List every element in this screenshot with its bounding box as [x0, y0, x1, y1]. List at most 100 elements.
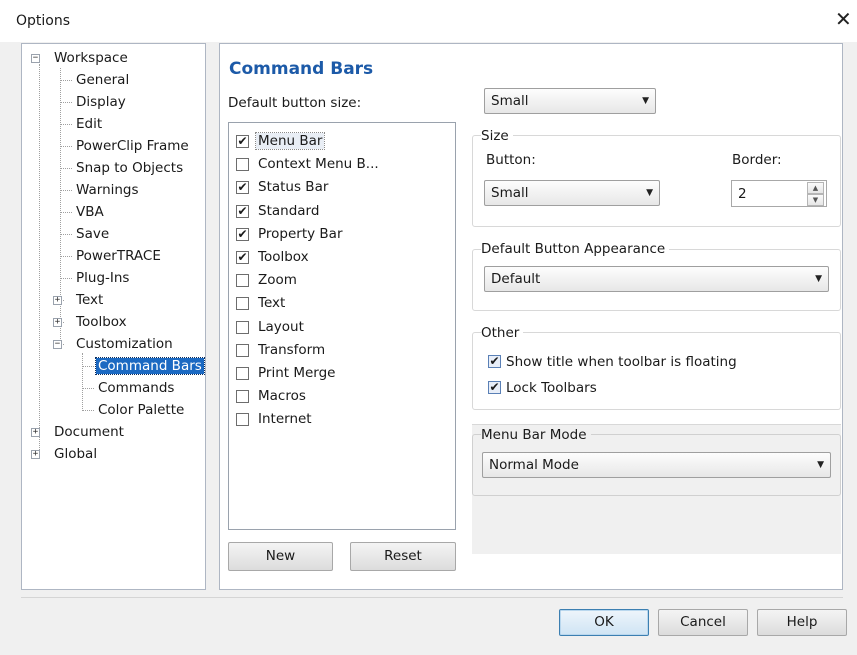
command-bar-label: Context Menu B... — [258, 156, 379, 172]
command-bar-checkbox[interactable]: ✔ — [236, 205, 249, 218]
tree-item-label: Color Palette — [98, 402, 185, 418]
tree-item-label: Global — [54, 446, 98, 462]
tree-item[interactable]: General — [74, 71, 131, 89]
tree-item-label: Edit — [76, 116, 103, 132]
command-bar-item[interactable]: ✔ Menu Bar — [236, 132, 436, 154]
command-bar-checkbox[interactable] — [236, 344, 249, 357]
expand-icon[interactable]: + — [53, 296, 62, 305]
new-button[interactable]: New — [228, 542, 333, 571]
show-title-checkbox[interactable]: ✔ — [488, 355, 501, 368]
command-bar-checkbox[interactable] — [236, 367, 249, 380]
tree-connector — [60, 102, 72, 103]
command-bar-checkbox[interactable] — [236, 297, 249, 310]
command-bar-checkbox[interactable] — [236, 274, 249, 287]
collapse-icon[interactable]: − — [53, 340, 62, 349]
reset-button[interactable]: Reset — [350, 542, 456, 571]
expand-icon[interactable]: + — [53, 318, 62, 327]
cancel-button[interactable]: Cancel — [658, 609, 748, 636]
tree-item-label: VBA — [76, 204, 104, 220]
command-bar-checkbox[interactable]: ✔ — [236, 251, 249, 264]
command-bar-checkbox[interactable] — [236, 413, 249, 426]
command-bar-item[interactable]: Internet — [236, 411, 436, 432]
default-button-size-label: Default button size: — [228, 95, 362, 111]
command-bar-item[interactable]: Text — [236, 295, 436, 316]
command-bar-item[interactable]: ✔ Status Bar — [236, 179, 436, 200]
tree-item[interactable]: Commands — [96, 379, 176, 397]
page-title: Command Bars — [229, 59, 374, 79]
command-bar-item[interactable]: Transform — [236, 342, 436, 363]
tree-item[interactable]: Customization — [74, 335, 175, 353]
command-bar-checkbox[interactable]: ✔ — [236, 135, 249, 148]
command-bar-label: Standard — [258, 203, 320, 219]
lock-toolbars-label: Lock Toolbars — [506, 380, 597, 396]
tree-item[interactable]: Display — [74, 93, 128, 111]
check-icon: ✔ — [489, 354, 500, 368]
tree-connector — [82, 366, 94, 367]
menu-bar-mode-dropdown[interactable]: Normal Mode ▼ — [482, 452, 831, 478]
command-bar-item[interactable]: Zoom — [236, 272, 436, 293]
tree-item[interactable]: Warnings — [74, 181, 141, 199]
command-bar-checkbox[interactable] — [236, 390, 249, 403]
help-button[interactable]: Help — [757, 609, 847, 636]
tree-item-label: Warnings — [76, 182, 139, 198]
tree-item[interactable]: Plug-Ins — [74, 269, 131, 287]
border-spinbox[interactable]: 2 ▲ ▼ — [731, 180, 827, 207]
spin-down-icon[interactable]: ▼ — [807, 194, 824, 206]
command-bar-label: Status Bar — [258, 179, 329, 195]
tree-connector — [60, 234, 72, 235]
command-bar-checkbox[interactable]: ✔ — [236, 181, 249, 194]
collapse-icon[interactable]: − — [31, 54, 40, 63]
lock-toolbars-option[interactable]: ✔ Lock Toolbars — [488, 380, 608, 396]
lock-toolbars-checkbox[interactable]: ✔ — [488, 381, 501, 394]
chevron-down-icon: ▼ — [642, 96, 649, 106]
close-icon[interactable]: ✕ — [835, 8, 852, 30]
chevron-down-icon: ▼ — [815, 274, 822, 284]
tree-connector — [60, 212, 72, 213]
command-bar-checkbox[interactable] — [236, 158, 249, 171]
tree-item[interactable]: Snap to Objects — [74, 159, 185, 177]
tree-item[interactable]: Save — [74, 225, 111, 243]
tree-connector — [60, 124, 72, 125]
expand-icon[interactable]: + — [31, 428, 40, 437]
command-bar-item[interactable]: ✔ Property Bar — [236, 226, 436, 247]
tree-item[interactable]: VBA — [74, 203, 106, 221]
show-title-option[interactable]: ✔ Show title when toolbar is floating — [488, 354, 748, 370]
tree-item-label: PowerTRACE — [76, 248, 161, 264]
button-appearance-value: Default — [491, 271, 541, 287]
tree-connector — [60, 256, 72, 257]
command-bar-item[interactable]: Layout — [236, 319, 436, 340]
tree-item[interactable]: Toolbox — [74, 313, 129, 331]
command-bar-checkbox[interactable]: ✔ — [236, 228, 249, 241]
tree-connector — [60, 80, 72, 81]
command-bar-item[interactable]: ✔ Toolbox — [236, 249, 436, 270]
appearance-group-label: Default Button Appearance — [481, 241, 670, 257]
command-bar-item[interactable]: Macros — [236, 388, 436, 409]
tree-item[interactable]: Text — [74, 291, 105, 309]
ok-button[interactable]: OK — [559, 609, 649, 636]
tree-item[interactable]: Workspace — [52, 49, 130, 67]
check-icon: ✔ — [237, 250, 248, 264]
default-button-size-dropdown[interactable]: Small ▼ — [484, 88, 656, 114]
tree-item-label: Save — [76, 226, 110, 242]
tree-item[interactable]: Color Palette — [96, 401, 186, 419]
tree-item[interactable]: Document — [52, 423, 126, 441]
tree-item[interactable]: Edit — [74, 115, 104, 133]
command-bar-label: Transform — [258, 342, 326, 358]
tree-item[interactable]: PowerTRACE — [74, 247, 163, 265]
expand-icon[interactable]: + — [31, 450, 40, 459]
tree-item-label: Snap to Objects — [76, 160, 184, 176]
command-bar-label: Text — [258, 295, 286, 311]
spin-up-icon[interactable]: ▲ — [807, 182, 824, 194]
tree-item[interactable]: Command Bars — [95, 357, 205, 375]
command-bar-checkbox[interactable] — [236, 321, 249, 334]
button-size-dropdown[interactable]: Small ▼ — [484, 180, 660, 206]
command-bar-item[interactable]: Context Menu B... — [236, 156, 436, 177]
tree-item[interactable]: PowerClip Frame — [74, 137, 191, 155]
command-bar-item[interactable]: ✔ Standard — [236, 203, 436, 224]
button-appearance-dropdown[interactable]: Default ▼ — [484, 266, 829, 292]
tree-item[interactable]: Global — [52, 445, 99, 463]
border-label: Border: — [732, 152, 782, 168]
tree-connector — [60, 190, 72, 191]
tree-item-label: Text — [76, 292, 104, 308]
command-bar-item[interactable]: Print Merge — [236, 365, 436, 386]
